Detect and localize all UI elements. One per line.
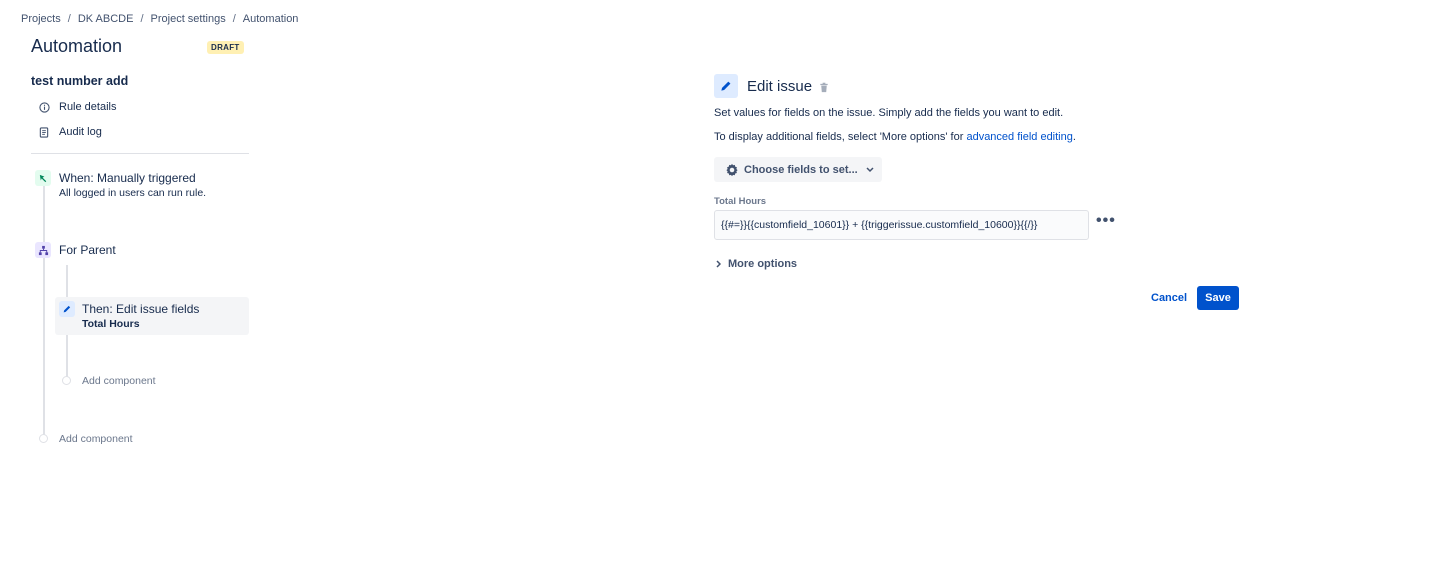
chevron-right-icon <box>716 260 721 268</box>
description-prefix: To display additional fields, select 'Mo… <box>714 131 967 143</box>
gear-icon <box>725 163 739 177</box>
page-title: Automation <box>31 36 123 56</box>
add-component-outer-button[interactable]: Add component <box>59 433 133 445</box>
add-component-node <box>39 434 48 443</box>
breadcrumb-separator: / <box>140 13 144 25</box>
more-options-label: More options <box>728 258 798 270</box>
more-actions-icon[interactable]: ••• <box>1096 213 1116 229</box>
breadcrumb-projects[interactable]: Projects <box>21 13 61 25</box>
trash-icon[interactable] <box>819 80 829 98</box>
editor-title: Edit issue <box>747 78 813 95</box>
more-options-toggle[interactable]: More options <box>716 258 797 270</box>
rule-name: test number add <box>31 74 129 88</box>
rule-details-link[interactable]: Rule details <box>38 101 116 113</box>
sidebar-divider <box>31 153 249 154</box>
add-component-inner-button[interactable]: Add component <box>82 375 156 387</box>
breadcrumb-separator: / <box>232 13 236 25</box>
choose-fields-label: Choose fields to set... <box>744 163 858 176</box>
cancel-button[interactable]: Cancel <box>1151 292 1187 304</box>
branch-icon <box>35 242 51 258</box>
description-suffix: . <box>1072 131 1076 143</box>
breadcrumb-project[interactable]: DK ABCDE <box>78 13 134 25</box>
choose-fields-button[interactable]: Choose fields to set... <box>714 157 882 182</box>
action-title: Then: Edit issue fields <box>82 302 200 316</box>
editor-description: Set values for fields on the issue. Simp… <box>714 107 1064 119</box>
trigger-subtitle: All logged in users can run rule. <box>59 187 207 199</box>
trigger-icon <box>35 170 51 186</box>
trigger-component[interactable]: When: Manually triggered All logged in u… <box>59 171 206 199</box>
chevron-down-icon <box>866 166 874 173</box>
audit-log-link[interactable]: Audit log <box>38 126 102 138</box>
breadcrumb: Projects / DK ABCDE / Project settings /… <box>21 13 298 25</box>
breadcrumb-project-settings[interactable]: Project settings <box>151 13 226 25</box>
edit-issue-icon <box>714 74 738 98</box>
breadcrumb-automation[interactable]: Automation <box>243 13 299 25</box>
advanced-field-editing-link[interactable]: advanced field editing <box>966 131 1072 143</box>
info-icon <box>38 101 50 113</box>
audit-log-label: Audit log <box>59 126 102 138</box>
editor-description-advanced: To display additional fields, select 'Mo… <box>714 131 1076 143</box>
rule-details-label: Rule details <box>59 101 117 113</box>
total-hours-input[interactable]: {{#=}}{{customfield_10601}} + {{triggeri… <box>714 210 1089 240</box>
total-hours-label: Total Hours <box>714 196 767 207</box>
add-component-node <box>62 376 71 385</box>
pencil-icon <box>59 301 75 317</box>
branch-title[interactable]: For Parent <box>59 243 116 257</box>
trigger-title: When: Manually triggered <box>59 171 196 185</box>
document-icon <box>38 126 50 138</box>
breadcrumb-separator: / <box>67 13 71 25</box>
action-component: Then: Edit issue fields Total Hours <box>82 302 199 330</box>
action-subtitle: Total Hours <box>82 318 140 330</box>
tree-line-main <box>43 186 45 438</box>
save-button[interactable]: Save <box>1197 286 1239 310</box>
status-badge: DRAFT <box>207 41 244 54</box>
